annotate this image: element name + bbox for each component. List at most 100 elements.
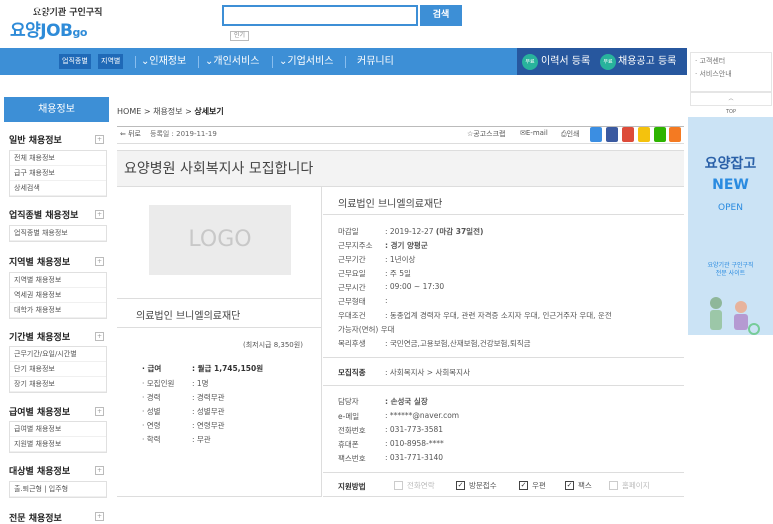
sidebar-list-period: 근무기간/요일/시간별 단기 채용정보 장기 채용정보 <box>9 346 107 393</box>
email-button[interactable]: ✉E-mail <box>520 129 548 137</box>
print-button[interactable]: ⎙인쇄 <box>561 129 580 139</box>
nav-talent[interactable]: ⌄인재정보 <box>141 48 186 75</box>
sidebar-item[interactable]: 출.퇴근형 | 입주형 <box>10 482 106 497</box>
sidebar-item[interactable]: 대학가 채용정보 <box>10 303 106 318</box>
contact-fax: : 031-771-3140 <box>385 453 444 462</box>
breadcrumb-home[interactable]: HOME <box>117 107 141 116</box>
share-twitter-icon[interactable] <box>590 127 602 142</box>
sidebar-item[interactable]: 지원별 채용정보 <box>10 437 106 452</box>
sidebar-item[interactable]: 전체 채용정보 <box>10 151 106 166</box>
sidebar-item[interactable]: 단기 채용정보 <box>10 362 106 377</box>
deadline-remaining: (마감 37일전) <box>435 227 484 236</box>
expand-icon[interactable]: + <box>95 210 104 219</box>
detail-label: 근무형태 <box>338 297 366 306</box>
sidebar-item[interactable]: 업직종별 채용정보 <box>10 226 106 241</box>
preference-value: : 동종업계 경력자 우대, 관련 자격증 소지자 우대, 인근거주자 우대, … <box>385 311 612 320</box>
search-input[interactable] <box>222 5 418 26</box>
apply-checkbox-phone <box>394 481 403 490</box>
sidebar-list-general: 전체 채용정보 급구 채용정보 상세검색 <box>9 150 107 197</box>
nav-sub-region[interactable]: 지역별 <box>98 54 124 69</box>
contact-email: : ******@naver.com <box>385 411 460 420</box>
apply-method-label: 팩스 <box>578 481 592 490</box>
service-guide-link[interactable]: · 서비스안내 <box>695 68 767 81</box>
condition-value: : 성별무관 <box>192 407 225 416</box>
detail-label: 근무기간 <box>338 255 366 264</box>
contact-phone: : 031-773-3581 <box>385 425 444 434</box>
back-button[interactable]: ⇐ 뒤로 <box>120 129 141 139</box>
top-button[interactable]: ︿ TOP <box>690 92 772 115</box>
sidebar-list-region: 지역별 채용정보 역세권 채용정보 대학가 채용정보 <box>9 272 107 319</box>
chevron-up-icon: ︿ <box>728 96 734 102</box>
nav-personal-service[interactable]: ⌄개인서비스 <box>205 48 259 75</box>
breadcrumb-section[interactable]: 채용정보 <box>153 107 182 116</box>
company-name: 의료법인 브니엘의료재단 <box>136 311 241 322</box>
apply-method-label: 우편 <box>532 481 546 490</box>
expand-icon[interactable]: + <box>95 135 104 144</box>
welfare-value: : 국민연금,고용보험,산재보험,건강보험,퇴직금 <box>385 339 531 348</box>
reg-date: 등록일 : 2019-11-19 <box>150 130 217 138</box>
address-value: : 경기 양평군 <box>385 241 428 250</box>
sidebar-section-industry[interactable]: 업직종별 채용정보 <box>9 208 78 221</box>
nav-divider <box>198 56 199 68</box>
condition-value: : 1명 <box>192 379 209 388</box>
condition-value: : 경력무관 <box>192 393 225 402</box>
share-band-icon[interactable] <box>654 127 666 142</box>
salary-value: : 월급 1,745,150원 <box>192 364 264 373</box>
detail-label: 우대조건 <box>338 311 366 320</box>
share-facebook-icon[interactable] <box>606 127 618 142</box>
sidebar-list-salary: 급여별 채용정보 지원별 채용정보 <box>9 421 107 453</box>
sidebar-item[interactable]: 장기 채용정보 <box>10 377 106 392</box>
share-copy-icon[interactable] <box>669 127 681 142</box>
sidebar-item[interactable]: 상세검색 <box>10 181 106 196</box>
sidebar-item[interactable]: 급여별 채용정보 <box>10 422 106 437</box>
nav-company-service[interactable]: ⌄기업서비스 <box>279 48 333 75</box>
condition-label: · 연령 <box>142 421 161 430</box>
detail-label: 근무시간 <box>338 283 366 292</box>
apply-checkbox-mail: ✓ <box>519 481 528 490</box>
expand-icon[interactable]: + <box>95 512 104 521</box>
condition-label: · 경력 <box>142 393 161 402</box>
share-kakaostory-icon[interactable] <box>638 127 650 142</box>
popular-keyword-tag[interactable]: 인기 <box>230 31 250 41</box>
sidebar-section-target[interactable]: 대상별 채용정보 <box>9 464 70 477</box>
sidebar-section-general[interactable]: 일반 채용정보 <box>9 133 62 146</box>
condition-label: · 학력 <box>142 435 161 444</box>
promo-banner[interactable]: 요양잡고 NEW OPEN 요양기관 구인구직 전문 사이트 <box>688 117 773 335</box>
job-post-register-link[interactable]: 채용공고 등록 <box>618 48 676 75</box>
scrap-button[interactable]: ☆공고스크랩 <box>467 129 505 139</box>
sidebar-section-region[interactable]: 지역별 채용정보 <box>9 255 70 268</box>
nav-sub-industry[interactable]: 업직종별 <box>59 54 91 69</box>
sidebar-list-target: 출.퇴근형 | 입주형 <box>9 481 107 498</box>
nav-jobs[interactable]: ⌄채용정보 <box>8 0 53 27</box>
expand-icon[interactable]: + <box>95 257 104 266</box>
contact-label: 팩스번호 <box>338 454 366 463</box>
customer-center-link[interactable]: · 고객센터 <box>695 55 767 68</box>
sidebar-item[interactable]: 역세권 채용정보 <box>10 288 106 303</box>
contact-label: 휴대폰 <box>338 440 359 449</box>
share-googleplus-icon[interactable] <box>622 127 634 142</box>
expand-icon[interactable]: + <box>95 332 104 341</box>
deadline-value: : 2019-12-27 (마감 37일전) <box>385 227 484 236</box>
nav-community[interactable]: 커뮤니티 <box>357 48 394 75</box>
apply-method-label: 방문접수 <box>469 481 497 490</box>
logo-go: go <box>72 26 88 39</box>
sidebar-section-salary[interactable]: 급여별 채용정보 <box>9 405 70 418</box>
expand-icon[interactable]: + <box>95 466 104 475</box>
breadcrumb-sep: > <box>185 107 192 116</box>
sidebar-item[interactable]: 근무기간/요일/시간별 <box>10 347 106 362</box>
resume-register-link[interactable]: 이력서 등록 <box>541 48 590 75</box>
detail-label: 마감일 <box>338 227 359 236</box>
condition-value: : 연령무관 <box>192 421 225 430</box>
free-badge: 무료 <box>522 54 538 70</box>
preference-value-cont: 가능자(면허) 우대 <box>338 325 395 334</box>
sidebar-item[interactable]: 급구 채용정보 <box>10 166 106 181</box>
nav-divider <box>272 56 273 68</box>
search-button[interactable]: 검색 <box>420 5 462 26</box>
contact-mobile: : 010-8958-**** <box>385 439 444 448</box>
nav-divider <box>345 56 346 68</box>
sidebar-item[interactable]: 지역별 채용정보 <box>10 273 106 288</box>
detail-label: 근무요일 <box>338 269 366 278</box>
sidebar-section-period[interactable]: 기간별 채용정보 <box>9 330 70 343</box>
expand-icon[interactable]: + <box>95 407 104 416</box>
nav-divider <box>135 56 136 68</box>
